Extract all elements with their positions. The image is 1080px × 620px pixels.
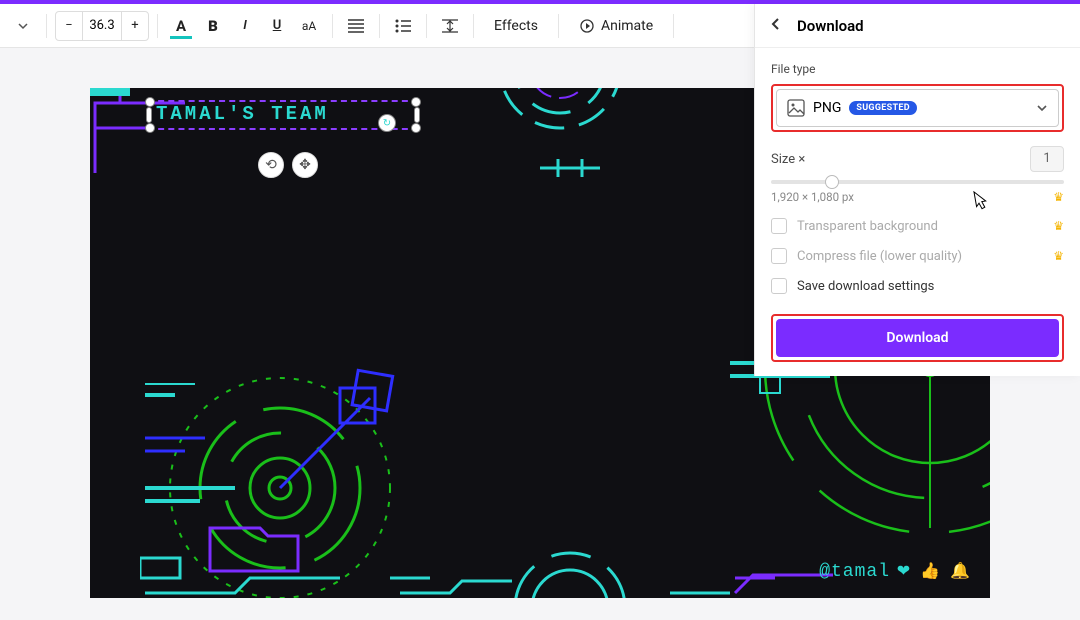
font-size-increase[interactable]: +	[122, 11, 148, 41]
font-size-control: − +	[55, 11, 149, 41]
move-button[interactable]: ✥	[292, 152, 318, 178]
alignment-button[interactable]	[341, 11, 371, 41]
separator	[426, 14, 427, 38]
chevron-down-icon	[18, 21, 28, 31]
separator	[558, 14, 559, 38]
font-size-input[interactable]	[82, 12, 122, 40]
suggested-badge: SUGGESTED	[849, 101, 917, 115]
bell-icon[interactable]: 🔔	[950, 561, 970, 580]
animate-label: Animate	[601, 18, 653, 34]
decor-bottom-mid	[390, 528, 740, 598]
social-icons: ❤ 👍 🔔	[897, 561, 970, 580]
filetype-value: PNG	[813, 100, 841, 116]
checkbox[interactable]	[771, 218, 787, 234]
list-button[interactable]	[388, 11, 418, 41]
font-dropdown[interactable]	[8, 11, 38, 41]
filetype-dropdown[interactable]: PNG SUGGESTED	[776, 89, 1059, 127]
resize-handle-tl[interactable]	[145, 97, 155, 107]
download-panel: Download File type PNG SUGGESTED Size × …	[754, 4, 1080, 376]
rotate-handle[interactable]: ↻	[378, 114, 396, 132]
filetype-highlight: PNG SUGGESTED	[771, 84, 1064, 132]
text-color-button[interactable]: A	[166, 11, 196, 41]
bold-button[interactable]: B	[198, 11, 228, 41]
image-icon	[787, 99, 805, 117]
transparent-bg-label: Transparent background	[797, 219, 938, 234]
duplicate-button[interactable]: ⟲	[258, 152, 284, 178]
checkbox[interactable]	[771, 248, 787, 264]
separator	[473, 14, 474, 38]
crown-icon: ♛	[1053, 249, 1064, 263]
size-slider[interactable]	[771, 180, 1064, 184]
panel-body: File type PNG SUGGESTED Size × 1 1,920 ×…	[755, 48, 1080, 376]
separator	[332, 14, 333, 38]
selected-text-element[interactable]: TAMAL'S TEAM ↻	[148, 100, 418, 130]
resize-handle-right[interactable]	[414, 107, 420, 123]
separator	[46, 14, 47, 38]
save-settings-label: Save download settings	[797, 279, 934, 294]
animate-icon	[579, 18, 595, 34]
title-text[interactable]: TAMAL'S TEAM	[150, 102, 416, 126]
download-button[interactable]: Download	[776, 319, 1059, 357]
panel-header: Download	[755, 4, 1080, 48]
decor-lines-left	[145, 383, 235, 513]
heart-icon[interactable]: ❤	[897, 561, 910, 580]
spacing-button[interactable]	[435, 11, 465, 41]
back-button[interactable]	[769, 17, 783, 35]
italic-button[interactable]: I	[230, 11, 260, 41]
cursor-pointer-icon	[968, 188, 992, 217]
size-row: Size × 1	[771, 146, 1064, 172]
crown-icon: ♛	[1053, 190, 1064, 204]
underline-button[interactable]: U	[262, 11, 292, 41]
download-button-highlight: Download	[771, 314, 1064, 362]
slider-thumb[interactable]	[825, 175, 839, 189]
decor-bottom-left	[140, 508, 390, 598]
separator	[673, 14, 674, 38]
resize-handle-left[interactable]	[146, 107, 152, 123]
size-value[interactable]: 1	[1030, 146, 1064, 172]
decor-top-arc	[470, 88, 650, 148]
effects-button[interactable]: Effects	[482, 11, 550, 41]
dimensions-text: 1,920 × 1,080 px	[771, 190, 854, 204]
separator	[157, 14, 158, 38]
font-size-decrease[interactable]: −	[56, 11, 82, 41]
decor-marker	[540, 153, 600, 183]
filetype-label: File type	[771, 62, 1064, 76]
align-icon	[348, 19, 364, 33]
transparent-bg-row[interactable]: Transparent background ♛	[771, 218, 1064, 234]
compress-row[interactable]: Compress file (lower quality) ♛	[771, 248, 1064, 264]
size-label: Size ×	[771, 152, 805, 167]
chevron-left-icon	[769, 17, 783, 31]
resize-handle-tr[interactable]	[411, 97, 421, 107]
crown-icon: ♛	[1053, 219, 1064, 233]
panel-title: Download	[797, 17, 864, 35]
save-settings-row[interactable]: Save download settings	[771, 278, 1064, 294]
chevron-down-icon	[1036, 99, 1048, 118]
compress-label: Compress file (lower quality)	[797, 249, 962, 264]
uppercase-button[interactable]: aA	[294, 11, 324, 41]
resize-handle-bl[interactable]	[145, 123, 155, 133]
checkbox[interactable]	[771, 278, 787, 294]
username-text[interactable]: @tamal	[819, 562, 890, 582]
list-icon	[395, 19, 411, 33]
thumbs-up-icon[interactable]: 👍	[920, 561, 940, 580]
spacing-icon	[442, 19, 458, 33]
separator	[379, 14, 380, 38]
floating-controls: ⟲ ✥	[258, 152, 318, 178]
resize-handle-br[interactable]	[411, 123, 421, 133]
animate-button[interactable]: Animate	[567, 11, 665, 41]
